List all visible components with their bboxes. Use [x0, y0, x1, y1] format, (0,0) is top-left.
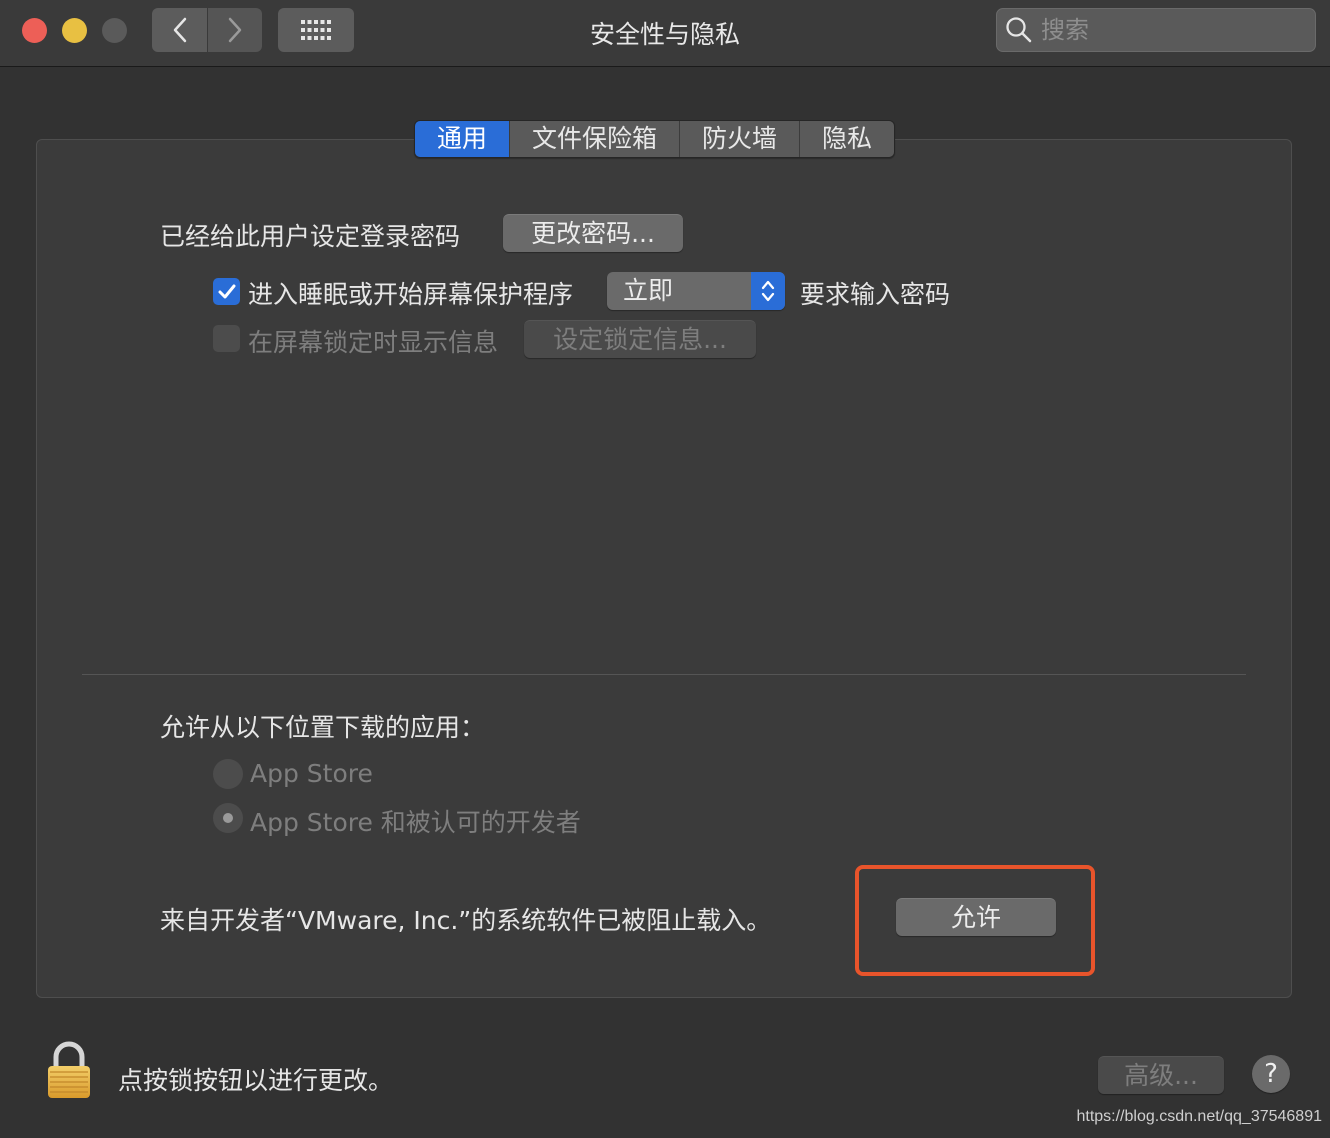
tab-filevault[interactable]: 文件保险箱 — [510, 121, 681, 157]
search-icon — [1006, 17, 1032, 43]
allow-apps-heading: 允许从以下位置下载的应用： — [160, 713, 486, 742]
section-divider — [82, 674, 1246, 675]
watermark: https://blog.csdn.net/qq_37546891 — [1076, 1108, 1322, 1125]
tab-bar: 通用 文件保险箱 防火墙 隐私 — [414, 120, 896, 158]
minimize-window-button[interactable] — [62, 18, 87, 43]
radio-app-store-label: App Store — [250, 759, 373, 788]
radio-app-store-identified-label: App Store 和被认可的开发者 — [250, 808, 581, 837]
search-input[interactable] — [1041, 16, 1301, 44]
lock-icon[interactable] — [44, 1040, 94, 1100]
security-privacy-window: 安全性与隐私 通用 文件保险箱 防火墙 隐私 已经给此用户设定登录密码 更改密码… — [0, 0, 1330, 1138]
blocked-software-message: 来自开发者“VMware, Inc.”的系统软件已被阻止载入。 — [160, 906, 772, 935]
lock-instruction: 点按锁按钮以进行更改。 — [118, 1066, 394, 1095]
chevron-left-icon — [173, 17, 186, 43]
radio-app-store-identified[interactable] — [213, 803, 243, 833]
search-field[interactable] — [996, 8, 1316, 52]
chevron-right-icon — [228, 17, 242, 43]
show-all-button[interactable] — [278, 8, 354, 52]
navigation-buttons — [152, 8, 262, 52]
tab-firewall[interactable]: 防火墙 — [680, 121, 801, 157]
back-button[interactable] — [152, 8, 207, 52]
show-lock-message-checkbox[interactable] — [213, 325, 240, 352]
tab-privacy[interactable]: 隐私 — [800, 121, 895, 157]
set-lock-message-button[interactable]: 设定锁定信息... — [524, 320, 756, 358]
require-password-label: 进入睡眠或开始屏幕保护程序 — [248, 280, 574, 309]
password-delay-select[interactable]: 立即 — [607, 272, 785, 310]
updown-chevron-icon — [751, 272, 785, 310]
show-lock-message-label: 在屏幕锁定时显示信息 — [248, 328, 499, 357]
tab-general[interactable]: 通用 — [415, 121, 511, 157]
content-panel — [36, 139, 1292, 998]
require-password-suffix: 要求输入密码 — [800, 280, 951, 309]
grid-icon — [301, 20, 331, 40]
password-delay-value: 立即 — [623, 276, 674, 305]
title-bar: 安全性与隐私 — [0, 0, 1330, 67]
close-window-button[interactable] — [22, 18, 47, 43]
checkmark-icon — [218, 284, 235, 298]
zoom-window-button[interactable] — [102, 18, 127, 43]
change-password-button[interactable]: 更改密码... — [503, 214, 683, 252]
advanced-button[interactable]: 高级... — [1098, 1056, 1224, 1094]
radio-selected-dot — [223, 813, 233, 823]
help-button[interactable]: ? — [1252, 1055, 1290, 1093]
allow-button[interactable]: 允许 — [896, 898, 1056, 936]
password-set-label: 已经给此用户设定登录密码 — [160, 222, 461, 251]
forward-button[interactable] — [207, 8, 262, 52]
require-password-checkbox[interactable] — [213, 278, 240, 305]
radio-app-store[interactable] — [213, 759, 243, 789]
